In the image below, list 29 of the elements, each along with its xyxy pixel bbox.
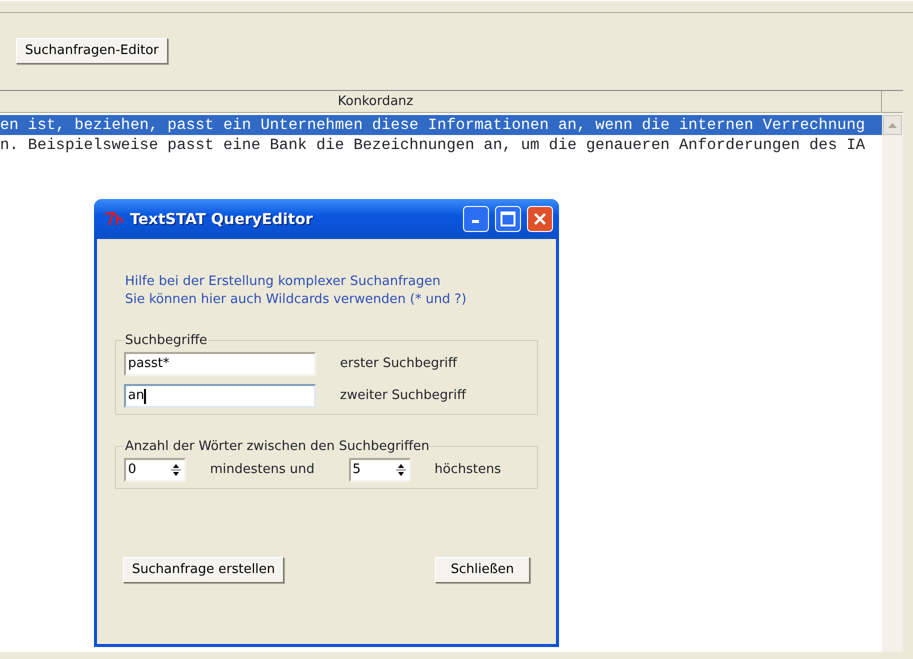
editor-button[interactable]: Suchanfragen-Editor xyxy=(16,38,168,64)
dialog-button[interactable]: Suchanfrage erstellen xyxy=(123,557,284,583)
field-label: mindestens und xyxy=(210,461,315,480)
number-spinner[interactable]: 0 xyxy=(124,458,186,482)
group-label: Anzahl der Wörter zwischen den Suchbegriffen xyxy=(124,439,430,454)
minimize-button[interactable] xyxy=(463,206,489,232)
search-term-field[interactable]: passt* xyxy=(124,352,316,376)
close-icon xyxy=(533,212,547,226)
column-header[interactable]: Konkordanz xyxy=(0,91,882,113)
header-corner xyxy=(882,91,903,113)
concordance-row[interactable]: n. Beispielsweise passt eine Bank die Bezeichnungen an, um die genaueren Anforderungen des IA xyxy=(0,135,882,155)
number-input[interactable]: 5 xyxy=(350,460,395,480)
maximize-button[interactable] xyxy=(495,206,521,232)
field-label: erster Suchbegriff xyxy=(340,355,457,374)
concordance-row[interactable]: en ist, beziehen, passt ein Unternehmen diese Informationen an, wenn die internen Verrechnung xyxy=(0,115,882,135)
search-term-field[interactable]: an xyxy=(124,384,316,408)
number-spinner[interactable]: 5 xyxy=(348,458,411,482)
field-label: zweiter Suchbegriff xyxy=(340,387,466,406)
up-arrow-icon xyxy=(888,122,897,128)
field-label: höchstens xyxy=(434,461,501,480)
number-input[interactable]: 0 xyxy=(126,460,170,480)
group-label: Suchbegriffe xyxy=(124,333,208,348)
close-button[interactable] xyxy=(527,206,553,232)
maximize-icon xyxy=(500,211,516,227)
window-title: TextSTAT QueryEditor xyxy=(130,208,314,230)
dialog-button[interactable]: Schließen xyxy=(434,557,530,583)
app-icon xyxy=(104,211,124,227)
help-text: Sie können hier auch Wildcards verwenden (* und ?) xyxy=(125,291,468,309)
help-text: Hilfe bei der Erstellung komplexer Suchanfragen xyxy=(125,273,442,291)
